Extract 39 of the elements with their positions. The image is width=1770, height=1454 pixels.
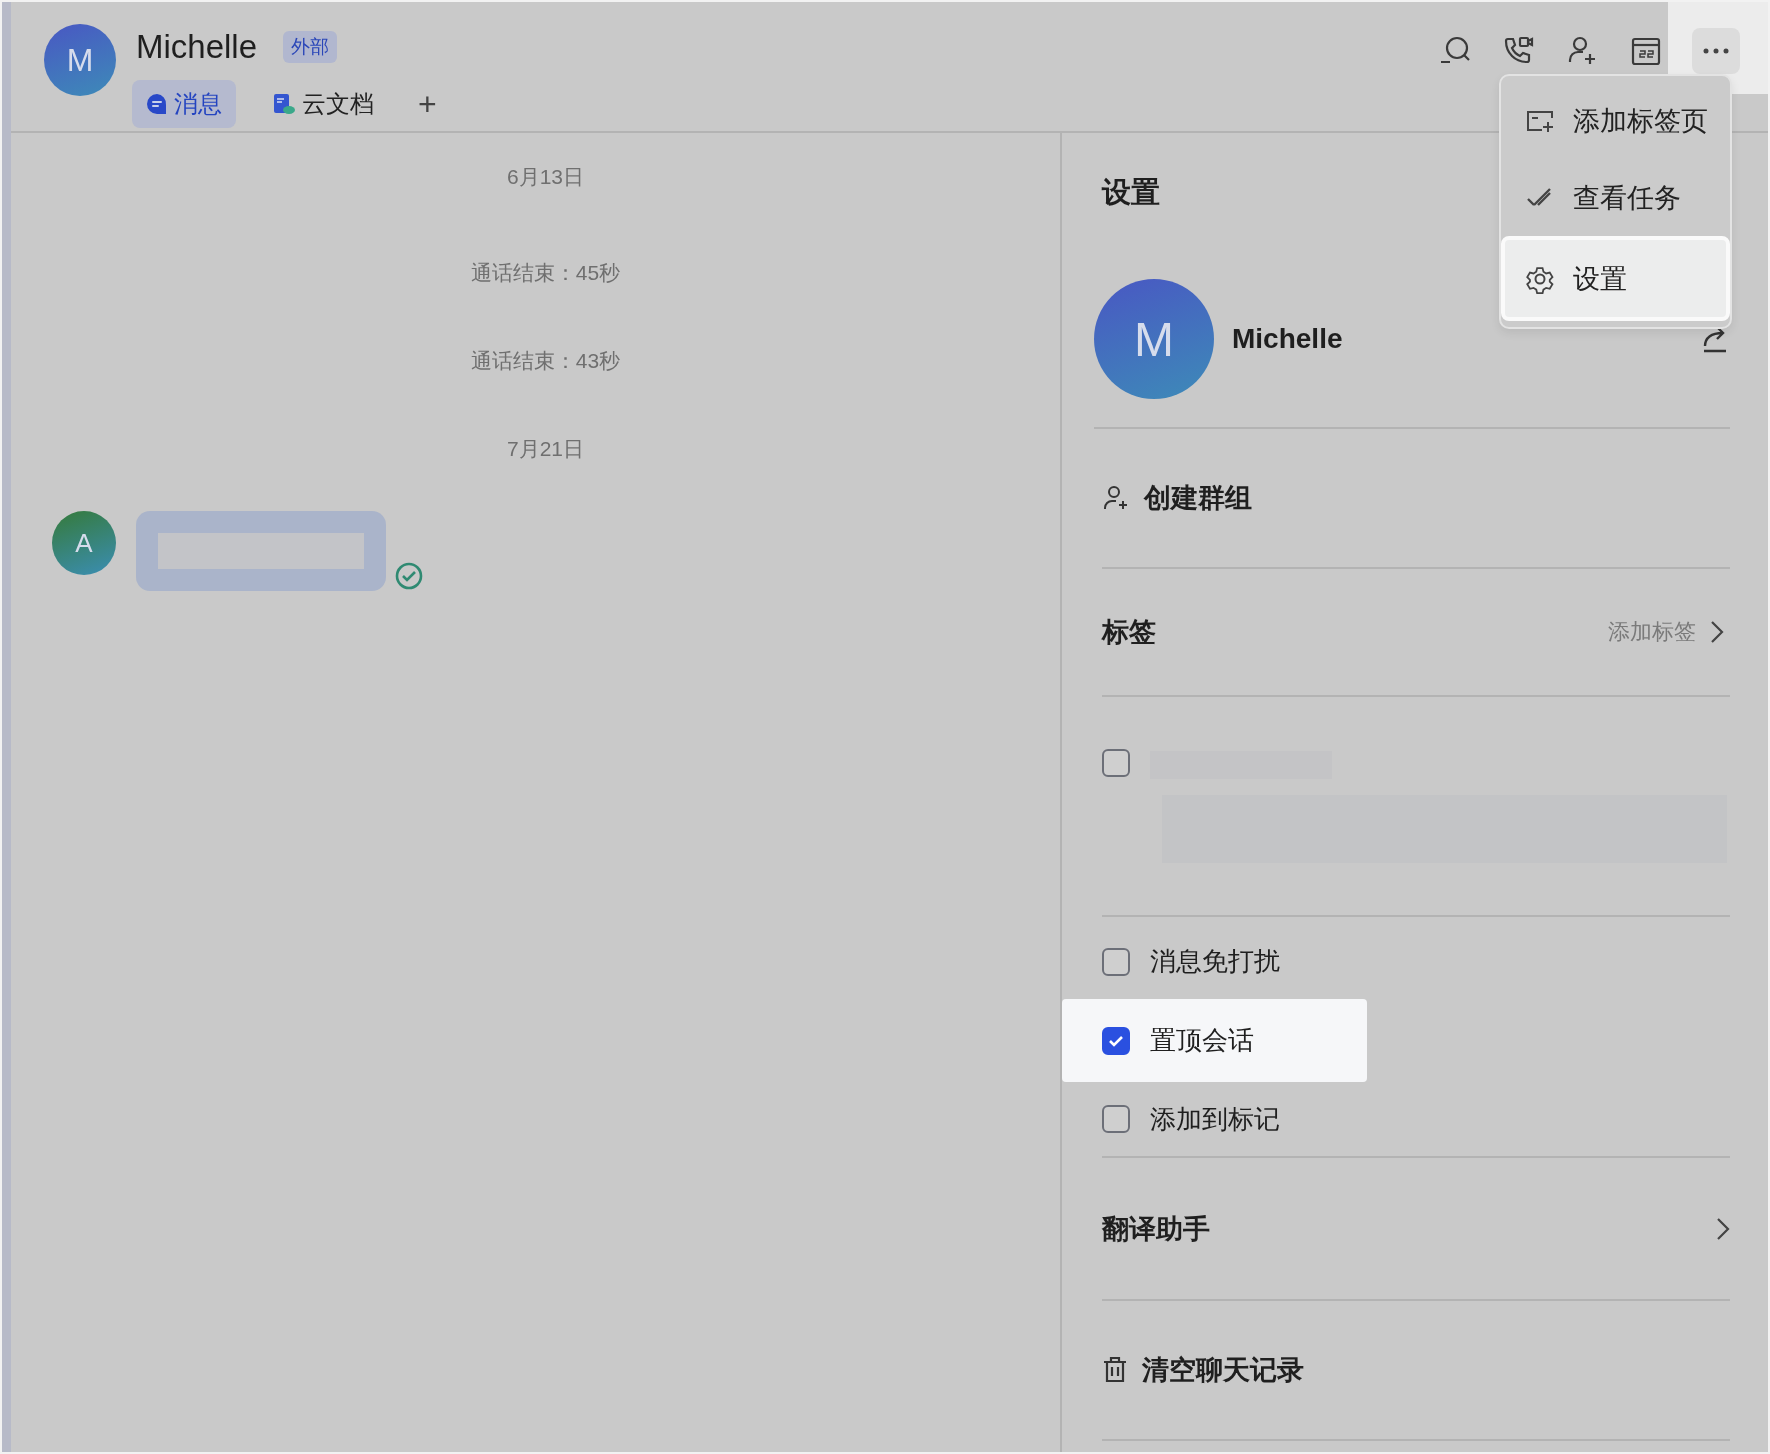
system-message: 通话结束：43秒 [469, 348, 622, 374]
chevron-icon [1710, 620, 1724, 644]
avatar: M [44, 24, 116, 96]
checkbox[interactable] [1102, 1105, 1130, 1134]
highlighted-option[interactable]: 置顶会话 [1062, 998, 1367, 1083]
checkbox[interactable] [1102, 947, 1130, 976]
external-badge: 外部 [283, 31, 338, 63]
settings-action[interactable]: 清空聊天记录 [1102, 1352, 1730, 1388]
trash-icon [1102, 1356, 1128, 1384]
tags-label: 标签 [1102, 616, 1156, 649]
checkbox-option[interactable]: 添加到标记 [1062, 1082, 1367, 1156]
document-icon [272, 92, 296, 116]
menu-item[interactable]: 设置 [1501, 236, 1730, 321]
more-icon [1703, 48, 1729, 54]
settings-nav-item[interactable]: 翻译助手 [1102, 1210, 1730, 1247]
add-tab-button[interactable]: + [410, 85, 445, 123]
settings-action[interactable]: 创建群组 [1102, 480, 1730, 516]
date-label: 6月13日 [505, 164, 585, 190]
checkbox[interactable] [1102, 749, 1130, 777]
tab[interactable]: 消息 [132, 80, 236, 128]
tab[interactable]: 云文档 [258, 80, 388, 128]
menu-item[interactable]: 查看任务 [1507, 159, 1724, 236]
chevron-icon [1716, 1216, 1730, 1241]
settings-title: 设置 [1102, 175, 1160, 210]
add-tab-icon [1525, 108, 1555, 133]
profile-name: Michelle [1232, 323, 1343, 355]
chat-bubble-icon [146, 93, 168, 115]
date-label: 7月21日 [505, 436, 585, 462]
menu-item[interactable]: 添加标签页 [1507, 82, 1724, 159]
calendar-icon[interactable] [1630, 35, 1662, 67]
avatar: A [52, 511, 116, 575]
more-button[interactable] [1692, 28, 1740, 74]
read-check-icon [394, 561, 424, 591]
checkbox[interactable] [1102, 1026, 1130, 1055]
add-person-icon [1102, 484, 1130, 512]
system-message: 通话结束：45秒 [469, 260, 622, 286]
checkbox-option[interactable]: 消息免打扰 [1062, 925, 1367, 999]
avatar: M [1094, 279, 1214, 399]
contact-name: Michelle [136, 28, 258, 66]
